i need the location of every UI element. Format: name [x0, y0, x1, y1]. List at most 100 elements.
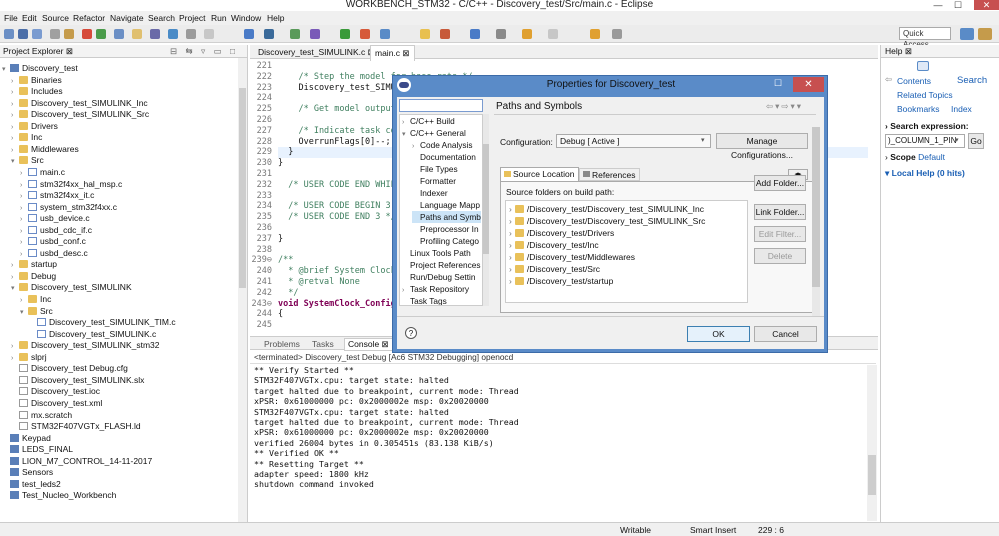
tab-discovery-simulink[interactable]: Discovery_test_SIMULINK.c ⊠ [254, 46, 379, 59]
go-button[interactable]: Go [968, 133, 984, 149]
menu-file[interactable]: File [4, 13, 18, 23]
tab-source-location[interactable]: Source Location [500, 167, 579, 181]
dialog-maximize-button[interactable]: ☐ [766, 78, 790, 91]
new-icon[interactable] [4, 29, 14, 39]
nav-scroll-thumb[interactable] [483, 144, 489, 254]
code-line[interactable]: OverrunFlags[0]--; [278, 137, 390, 148]
save-all-icon[interactable] [32, 29, 42, 39]
debug-icon[interactable] [82, 29, 92, 39]
code-line[interactable]: /** [278, 255, 293, 266]
tree-item[interactable]: › startup [11, 258, 57, 270]
external-tools-icon[interactable] [290, 29, 300, 39]
source-folder-item[interactable]: › /Discovery_test/Middlewares [509, 251, 635, 263]
chevron-down-icon[interactable]: ▾ [701, 136, 705, 144]
explorer-scroll-thumb[interactable] [239, 88, 246, 288]
page-scrollbar[interactable] [812, 127, 820, 317]
explorer-toolbar-icons[interactable]: ⊟ ⇆ ▿ ▭ □ [170, 45, 238, 57]
tree-item[interactable]: › usbd_cdc_if.c [20, 224, 92, 236]
gear-icon[interactable] [50, 29, 60, 39]
manage-configurations-button[interactable]: Manage Configurations... [716, 133, 808, 160]
menu-search[interactable]: Search [148, 13, 175, 23]
page-nav-icons[interactable]: ⇦▾⇨▾▾ [766, 101, 803, 112]
print-icon[interactable] [204, 29, 214, 39]
git-icon[interactable] [310, 29, 320, 39]
refresh-icon[interactable] [168, 29, 178, 39]
explorer-scrollbar[interactable] [238, 58, 247, 522]
tree-item[interactable]: Discovery_test Debug.cfg [11, 362, 128, 374]
tree-item[interactable]: Discovery_test_SIMULINK.slx [11, 374, 144, 386]
tree-item[interactable]: › usbd_desc.c [20, 247, 88, 259]
open-file-icon[interactable] [132, 29, 142, 39]
code-line[interactable]: { [278, 309, 283, 320]
source-folder-item[interactable]: › /Discovery_test/startup [509, 275, 613, 287]
collapsed-icon[interactable]: › [509, 276, 512, 286]
collapsed-icon[interactable]: › [509, 240, 512, 250]
back-icon[interactable]: ⇦ [885, 74, 892, 85]
console-scroll-thumb[interactable] [868, 455, 876, 495]
help-contents-link[interactable]: Contents [897, 76, 931, 86]
task-icon[interactable] [440, 29, 450, 39]
properties-nav-item[interactable]: Profiling Catego [412, 235, 479, 247]
close-button[interactable]: ✕ [974, 0, 999, 10]
collapsed-icon[interactable]: › [509, 204, 512, 214]
tree-item[interactable]: › Middlewares [11, 143, 79, 155]
toggle-view-icon[interactable] [917, 61, 929, 71]
tab-tasks[interactable]: Tasks [312, 339, 334, 349]
collapsed-icon[interactable]: › [509, 252, 512, 262]
save-icon[interactable] [18, 29, 28, 39]
source-folder-item[interactable]: › /Discovery_test/Drivers [509, 227, 614, 239]
menu-source[interactable]: Source [42, 13, 69, 23]
properties-nav-item[interactable]: Project References [402, 259, 481, 271]
menu-run[interactable]: Run [211, 13, 227, 23]
properties-nav-item[interactable]: Paths and Symb [412, 211, 481, 223]
tree-item[interactable]: › Discovery_test_SIMULINK_Src [11, 108, 149, 120]
expander-icon[interactable]: ▾ [402, 129, 410, 141]
tree-item[interactable]: Sensors [2, 466, 53, 478]
tree-item[interactable]: › usbd_conf.c [20, 235, 86, 247]
back-icon[interactable] [548, 29, 558, 39]
settings-icon[interactable] [186, 29, 196, 39]
edit-filter-button[interactable]: Edit Filter... [754, 226, 806, 242]
expanded-icon[interactable]: ▾ [11, 156, 19, 168]
properties-nav-item[interactable]: Run/Debug Settin [402, 271, 476, 283]
tree-item[interactable]: › Binaries [11, 74, 62, 86]
add-folder-button[interactable]: Add Folder... [754, 175, 806, 191]
tree-item[interactable]: Keypad [2, 432, 51, 444]
tree-item[interactable]: › Drivers [11, 120, 58, 132]
expanded-icon[interactable]: ▾ [2, 64, 10, 76]
console-output[interactable]: ** Verify Started ** STM32F407VGTx.cpu: t… [250, 365, 868, 521]
chevron-down-icon[interactable]: ▾ [955, 136, 959, 144]
collapsed-icon[interactable]: › [509, 216, 512, 226]
code-line[interactable]: } [278, 234, 283, 245]
scope-value-link[interactable]: Default [918, 152, 945, 162]
help-title[interactable]: Help ⊠ [885, 46, 912, 56]
code-line[interactable]: } [278, 158, 283, 169]
minimize-button[interactable]: — [930, 0, 946, 10]
annotation-icon[interactable] [496, 29, 506, 39]
open-type-icon[interactable] [420, 29, 430, 39]
tree-item[interactable]: › main.c [20, 166, 65, 178]
expanded-icon[interactable]: ▾ [20, 307, 28, 319]
menu-project[interactable]: Project [179, 13, 205, 23]
tree-item[interactable]: Discovery_test.ioc [11, 385, 100, 397]
delete-button[interactable]: Delete [754, 248, 806, 264]
tab-main-c[interactable]: main.c ⊠ [370, 45, 415, 61]
build-icon[interactable] [150, 29, 160, 39]
hammer-icon[interactable] [64, 29, 74, 39]
tree-item[interactable]: STM32F407VGTx_FLASH.ld [11, 420, 141, 432]
help-bookmarks-link[interactable]: Bookmarks [897, 104, 940, 114]
collapsed-icon[interactable]: › [509, 228, 512, 238]
properties-nav-item[interactable]: File Types [412, 163, 458, 175]
properties-nav-item[interactable]: Documentation [412, 151, 476, 163]
help-icon[interactable]: ? [405, 327, 417, 339]
play-icon[interactable] [340, 29, 350, 39]
properties-nav-item[interactable]: Linux Tools Path [402, 247, 471, 259]
menu-refactor[interactable]: Refactor [73, 13, 105, 23]
tree-item[interactable]: › system_stm32f4xx.c [20, 201, 117, 213]
tree-item[interactable]: LION_M7_CONTROL_14-11-2017 [2, 455, 152, 467]
folder-icon[interactable] [114, 29, 124, 39]
link-folder-button[interactable]: Link Folder... [754, 204, 806, 220]
code-line[interactable]: /* USER CODE END 3 */ [278, 212, 395, 223]
tree-item[interactable]: Test_Nucleo_Workbench [2, 489, 116, 501]
project-explorer-title[interactable]: Project Explorer ⊠ [3, 46, 73, 56]
